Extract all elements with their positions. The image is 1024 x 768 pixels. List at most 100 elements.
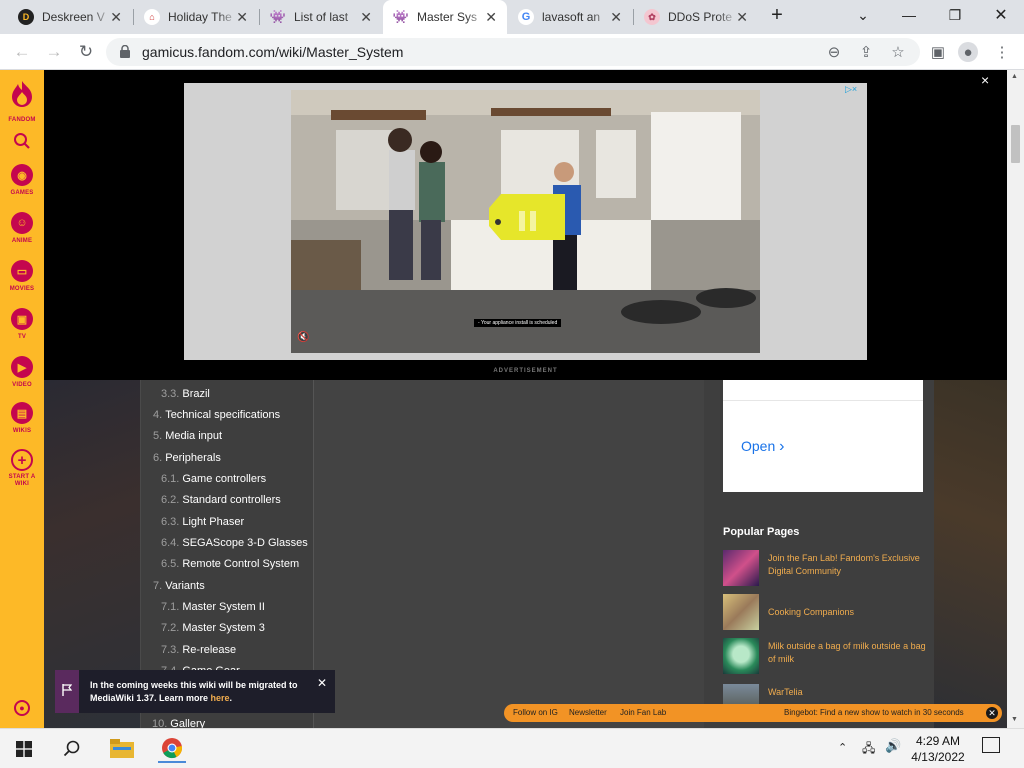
toc-item[interactable]: 7.1. Master System II (161, 601, 265, 613)
video-caption: - Your appliance install is scheduled (474, 319, 562, 327)
toc-item[interactable]: 7. Variants (153, 580, 205, 592)
toc-item[interactable]: 6.3. Light Phaser (161, 516, 244, 528)
tab-title: DDoS Prote (668, 10, 733, 24)
chrome-taskbar-icon[interactable] (158, 735, 186, 763)
rail-item-movies[interactable]: ▭ MOVIES (0, 260, 44, 292)
profile-avatar[interactable]: ● (958, 42, 978, 62)
fandom-wordmark: FANDOM (8, 117, 36, 123)
fan-feed-bar: Follow on IG Newsletter Join Fan Lab Bin… (504, 704, 1002, 722)
back-icon[interactable]: ← (10, 41, 34, 63)
toc-item[interactable]: 6.5. Remote Control System (161, 558, 299, 570)
advertisement-label: ADVERTISEMENT (493, 368, 558, 374)
zoom-icon[interactable]: ⊖ (824, 42, 844, 62)
close-tab-icon[interactable]: ✕ (485, 9, 497, 26)
mute-icon[interactable]: 🔇 (297, 332, 309, 343)
scroll-down-icon[interactable]: ▼ (1011, 716, 1018, 723)
share-icon[interactable]: ⇪ (856, 42, 876, 62)
menu-icon[interactable]: ⋮ (992, 42, 1012, 62)
restore-icon[interactable]: ❐ (932, 0, 978, 30)
reload-icon[interactable]: ↻ (74, 41, 98, 63)
tab-lavasoft[interactable]: G lavasoft an ✕ (508, 0, 632, 34)
tab-search-icon[interactable]: ⌄ (840, 0, 886, 30)
forward-icon[interactable]: → (42, 41, 66, 63)
toc-item[interactable]: 6.1. Game controllers (161, 473, 266, 485)
toc-item[interactable]: 4. Technical specifications (153, 409, 280, 421)
scroll-thumb[interactable] (1011, 125, 1020, 163)
rail-item-games[interactable]: ◉ GAMES (0, 164, 44, 196)
fandom-logo[interactable]: FANDOM (0, 80, 44, 123)
popular-page-link[interactable]: Cooking Companions (768, 606, 928, 619)
open-button[interactable]: Open › (741, 438, 784, 456)
user-account-button[interactable]: ● (0, 700, 44, 716)
newsletter-link[interactable]: Newsletter (569, 708, 607, 717)
toc-item[interactable]: 10. Gallery (152, 718, 205, 728)
scroll-up-icon[interactable]: ▲ (1011, 73, 1018, 80)
network-icon[interactable]: 🖧 (862, 739, 875, 760)
follow-ig-link[interactable]: Follow on IG (513, 708, 558, 717)
rail-item-anime[interactable]: ☺ ANIME (0, 212, 44, 244)
show-hidden-icons-icon[interactable]: ⌃ (838, 741, 847, 754)
address-bar[interactable]: gamicus.fandom.com/wiki/Master_System (106, 38, 920, 66)
close-notice-icon[interactable]: ✕ (317, 676, 327, 690)
rail-item-video[interactable]: ▶ VIDEO (0, 356, 44, 388)
toc-item[interactable]: 5. Media input (153, 430, 222, 442)
notification-center-icon[interactable] (982, 737, 1000, 753)
toc-item[interactable]: 6.2. Standard controllers (161, 494, 281, 506)
join-fan-lab-link[interactable]: Join Fan Lab (620, 708, 666, 717)
tab-title: Deskreen V (42, 10, 105, 24)
close-tab-icon[interactable]: ✕ (360, 9, 372, 26)
page-scrollbar[interactable]: ▲ ▼ (1007, 70, 1024, 728)
toc-item[interactable]: 6. Peripherals (153, 452, 221, 464)
close-window-icon[interactable]: ✕ (978, 0, 1024, 30)
popular-page-link[interactable]: Milk outside a bag of milk outside a bag… (768, 640, 928, 666)
popular-page-item[interactable]: Milk outside a bag of milk outside a bag… (723, 638, 926, 674)
close-ad-icon[interactable]: × (981, 72, 989, 88)
rail-item-label: MOVIES (9, 286, 35, 292)
bookmark-star-icon[interactable]: ☆ (888, 42, 908, 62)
games-icon: ◉ (11, 164, 33, 186)
new-tab-button[interactable]: + (760, 0, 794, 30)
close-tab-icon[interactable]: ✕ (110, 9, 122, 26)
tab-deskreen[interactable]: D Deskreen V ✕ (8, 0, 132, 34)
search-button[interactable] (0, 132, 44, 155)
toc-item[interactable]: 7.3. Re-release (161, 644, 236, 656)
tab-ddos[interactable]: ✿ DDoS Prote ✕ (634, 0, 758, 34)
close-tab-icon[interactable]: ✕ (736, 9, 748, 26)
migration-notice: In the coming weeks this wiki will be mi… (55, 670, 335, 713)
taskbar-search-icon[interactable] (58, 735, 86, 763)
system-clock[interactable]: 4:29 AM 4/13/2022 (898, 733, 978, 765)
close-tab-icon[interactable]: ✕ (236, 9, 248, 26)
close-tab-icon[interactable]: ✕ (610, 9, 622, 26)
tab-master-system[interactable]: 👾 Master Sys ✕ (383, 0, 507, 34)
popular-page-item[interactable]: Cooking Companions (723, 594, 923, 630)
windows-start-icon[interactable] (10, 735, 38, 763)
popular-page-thumbnail (723, 550, 759, 586)
rail-item-start-wiki[interactable]: + START A WIKI (0, 449, 44, 488)
popular-page-item[interactable]: Join the Fan Lab! Fandom's Exclusive Dig… (723, 550, 923, 586)
adchoices-icon[interactable]: ▷× (845, 84, 857, 95)
ad-video[interactable]: - Your appliance install is scheduled 🔇 (291, 90, 760, 353)
tab-list-of-last[interactable]: 👾 List of last ✕ (260, 0, 382, 34)
popular-page-thumbnail (723, 638, 759, 674)
learn-more-link[interactable]: here (210, 693, 229, 703)
toc-item[interactable]: 7.2. Master System 3 (161, 622, 265, 634)
chevron-right-icon: › (779, 438, 785, 455)
side-panel-icon[interactable]: ▣ (928, 42, 948, 62)
clock-time: 4:29 AM (915, 734, 961, 748)
top-ad-banner: ▷× - Your appliance install is scheduled… (44, 70, 1007, 380)
tab-holiday[interactable]: ⌂ Holiday The ✕ (134, 0, 258, 34)
toc-item[interactable]: 6.4. SEGAScope 3-D Glasses (161, 537, 308, 549)
clock-date: 4/13/2022 (911, 750, 965, 764)
rail-item-tv[interactable]: ▣ TV (0, 308, 44, 340)
minimize-icon[interactable]: — (886, 0, 932, 30)
toc-item[interactable]: 3.3. Brazil (161, 388, 210, 400)
sidebar-ad-card: Open › (723, 380, 923, 492)
rail-item-wikis[interactable]: ▤ WIKIS (0, 402, 44, 434)
anime-icon: ☺ (11, 212, 33, 234)
popular-page-link[interactable]: WarTelia (768, 686, 928, 699)
bingebot-promo-link[interactable]: Bingebot: Find a new show to watch in 30… (784, 708, 964, 717)
deskreen-icon: D (18, 9, 34, 25)
file-explorer-icon[interactable] (108, 735, 136, 763)
popular-page-link[interactable]: Join the Fan Lab! Fandom's Exclusive Dig… (768, 552, 928, 578)
close-bar-icon[interactable]: ✕ (986, 707, 998, 719)
